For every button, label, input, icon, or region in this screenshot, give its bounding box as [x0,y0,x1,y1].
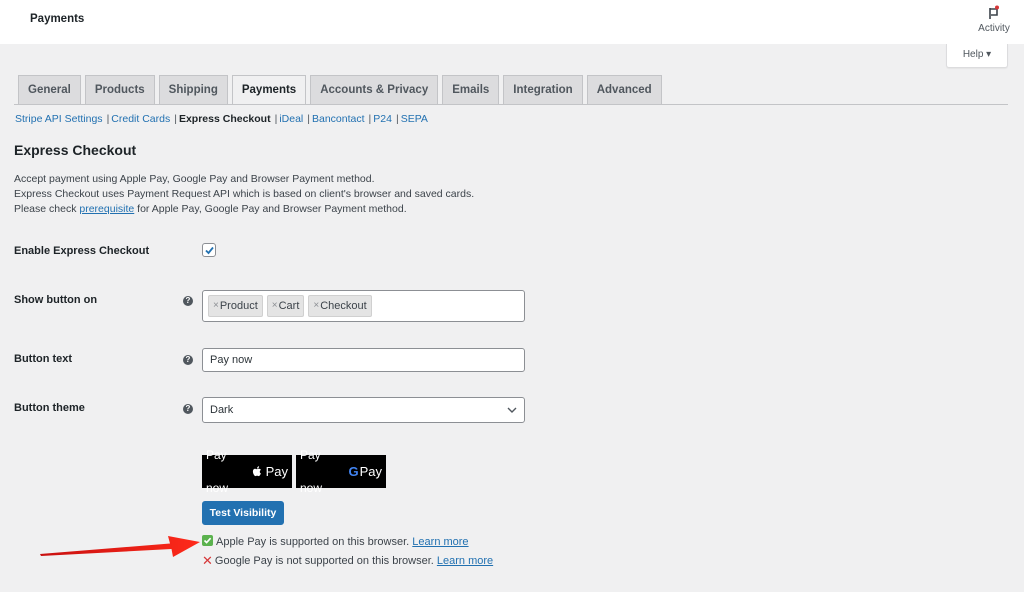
tab-integration[interactable]: Integration [503,75,583,104]
tab-payments[interactable]: Payments [231,75,307,105]
description-text: Please check [14,203,80,215]
apple-pay-preview-button[interactable]: Pay now Pay [202,448,292,495]
section-description: Accept payment using Apple Pay, Google P… [14,172,474,217]
subnav-express-checkout[interactable]: Express Checkout [179,113,271,125]
help-tip-icon[interactable]: ? [183,355,193,365]
subnav-separator: | [395,113,399,125]
chip-remove-icon[interactable]: × [313,296,319,316]
subnav-stripe-api-settings[interactable]: Stripe API Settings [15,113,103,125]
apple-logo-icon [252,466,261,477]
activity-flag-icon [985,4,1003,22]
tab-emails[interactable]: Emails [442,75,500,104]
payment-subnav: Stripe API Settings | Credit Cards | Express… [15,113,428,125]
apple-pay-brand: Pay [265,464,288,479]
subnav-separator: | [307,113,310,125]
chevron-down-icon [507,407,517,413]
enable-express-checkout-checkbox[interactable] [202,243,216,257]
tab-products[interactable]: Products [84,75,155,104]
button-theme-label: Button theme [14,402,85,414]
checkmark-icon [205,246,214,255]
google-pay-preview-button[interactable]: Pay now G Pay [296,448,386,495]
subnav-p24[interactable]: P24 [373,113,392,125]
chip-remove-icon[interactable]: × [272,296,278,316]
button-theme-value: Dark [210,404,234,416]
enable-express-checkout-label: Enable Express Checkout [14,245,150,257]
tab-shipping[interactable]: Shipping [158,75,228,104]
google-pay-status: ✕ Google Pay is not supported on this bro… [202,553,502,569]
prerequisite-link[interactable]: prerequisite [79,203,134,215]
top-bar: Payments Activity [0,0,1024,44]
button-text-input[interactable]: Pay now [202,348,525,372]
subnav-ideal[interactable]: iDeal [279,113,303,125]
description-line: Express Checkout uses Payment Request AP… [14,188,475,200]
button-text-label: Button text [14,353,73,365]
chip-product: × Product [208,295,263,317]
google-pay-status-text: Google Pay is not supported on this brow… [214,555,434,567]
subnav-separator: | [174,113,177,125]
settings-tabs: General Products Shipping Payments Accou… [18,75,662,105]
google-g-icon: G [348,464,359,479]
annotation-arrow-icon [40,536,200,557]
tab-advanced[interactable]: Advanced [586,75,662,104]
show-button-on-label: Show button on [14,294,98,306]
cross-icon: ✕ [202,553,213,568]
apple-pay-text: Pay now [206,447,229,495]
tab-general[interactable]: General [18,75,81,104]
google-pay-brand: Pay [359,464,382,479]
button-theme-select[interactable]: Dark [202,397,525,423]
apple-pay-learn-more-link[interactable]: Learn more [412,536,468,548]
description-text: for Apple Pay, Google Pay and Browser Pa… [134,203,407,215]
chip-label: Product [219,300,258,312]
test-visibility-button[interactable]: Test Visibility [202,501,284,525]
subnav-separator: | [368,113,372,125]
check-icon [202,535,213,546]
tab-accounts-privacy[interactable]: Accounts & Privacy [310,75,439,104]
subnav-bancontact[interactable]: Bancontact [312,113,365,125]
google-pay-text: Pay now [300,447,323,495]
section-title: Express Checkout [14,142,137,158]
chip-cart: × Cart [266,295,305,317]
chip-remove-icon[interactable]: × [213,296,219,316]
description-line: Accept payment using Apple Pay, Google P… [14,173,375,185]
subnav-separator: | [274,113,278,125]
tabs-divider [14,104,1008,105]
description-line: Please check prerequisite for Apple Pay,… [14,202,474,217]
help-tip-icon[interactable]: ? [183,296,193,306]
activity-label: Activity [978,23,1010,34]
chip-label: Cart [278,300,300,312]
activity-button[interactable]: Activity [974,4,1014,34]
show-button-on-multiselect[interactable]: × Product × Cart × Checkout [202,290,525,322]
apple-pay-status-text: Apple Pay is supported on this browser. [216,536,410,548]
chip-checkout: × Checkout [308,295,372,317]
subnav-separator: | [106,113,110,125]
help-tip-icon[interactable]: ? [183,404,193,414]
subnav-sepa[interactable]: SEPA [401,113,428,125]
chip-label: Checkout [320,300,367,312]
apple-pay-status: Apple Pay is supported on this browser. … [202,534,469,550]
help-button[interactable]: Help ▾ [946,44,1008,68]
google-pay-learn-more-link[interactable]: Learn more [437,555,493,567]
subnav-credit-cards[interactable]: Credit Cards [111,113,170,125]
page-title: Payments [30,13,85,25]
